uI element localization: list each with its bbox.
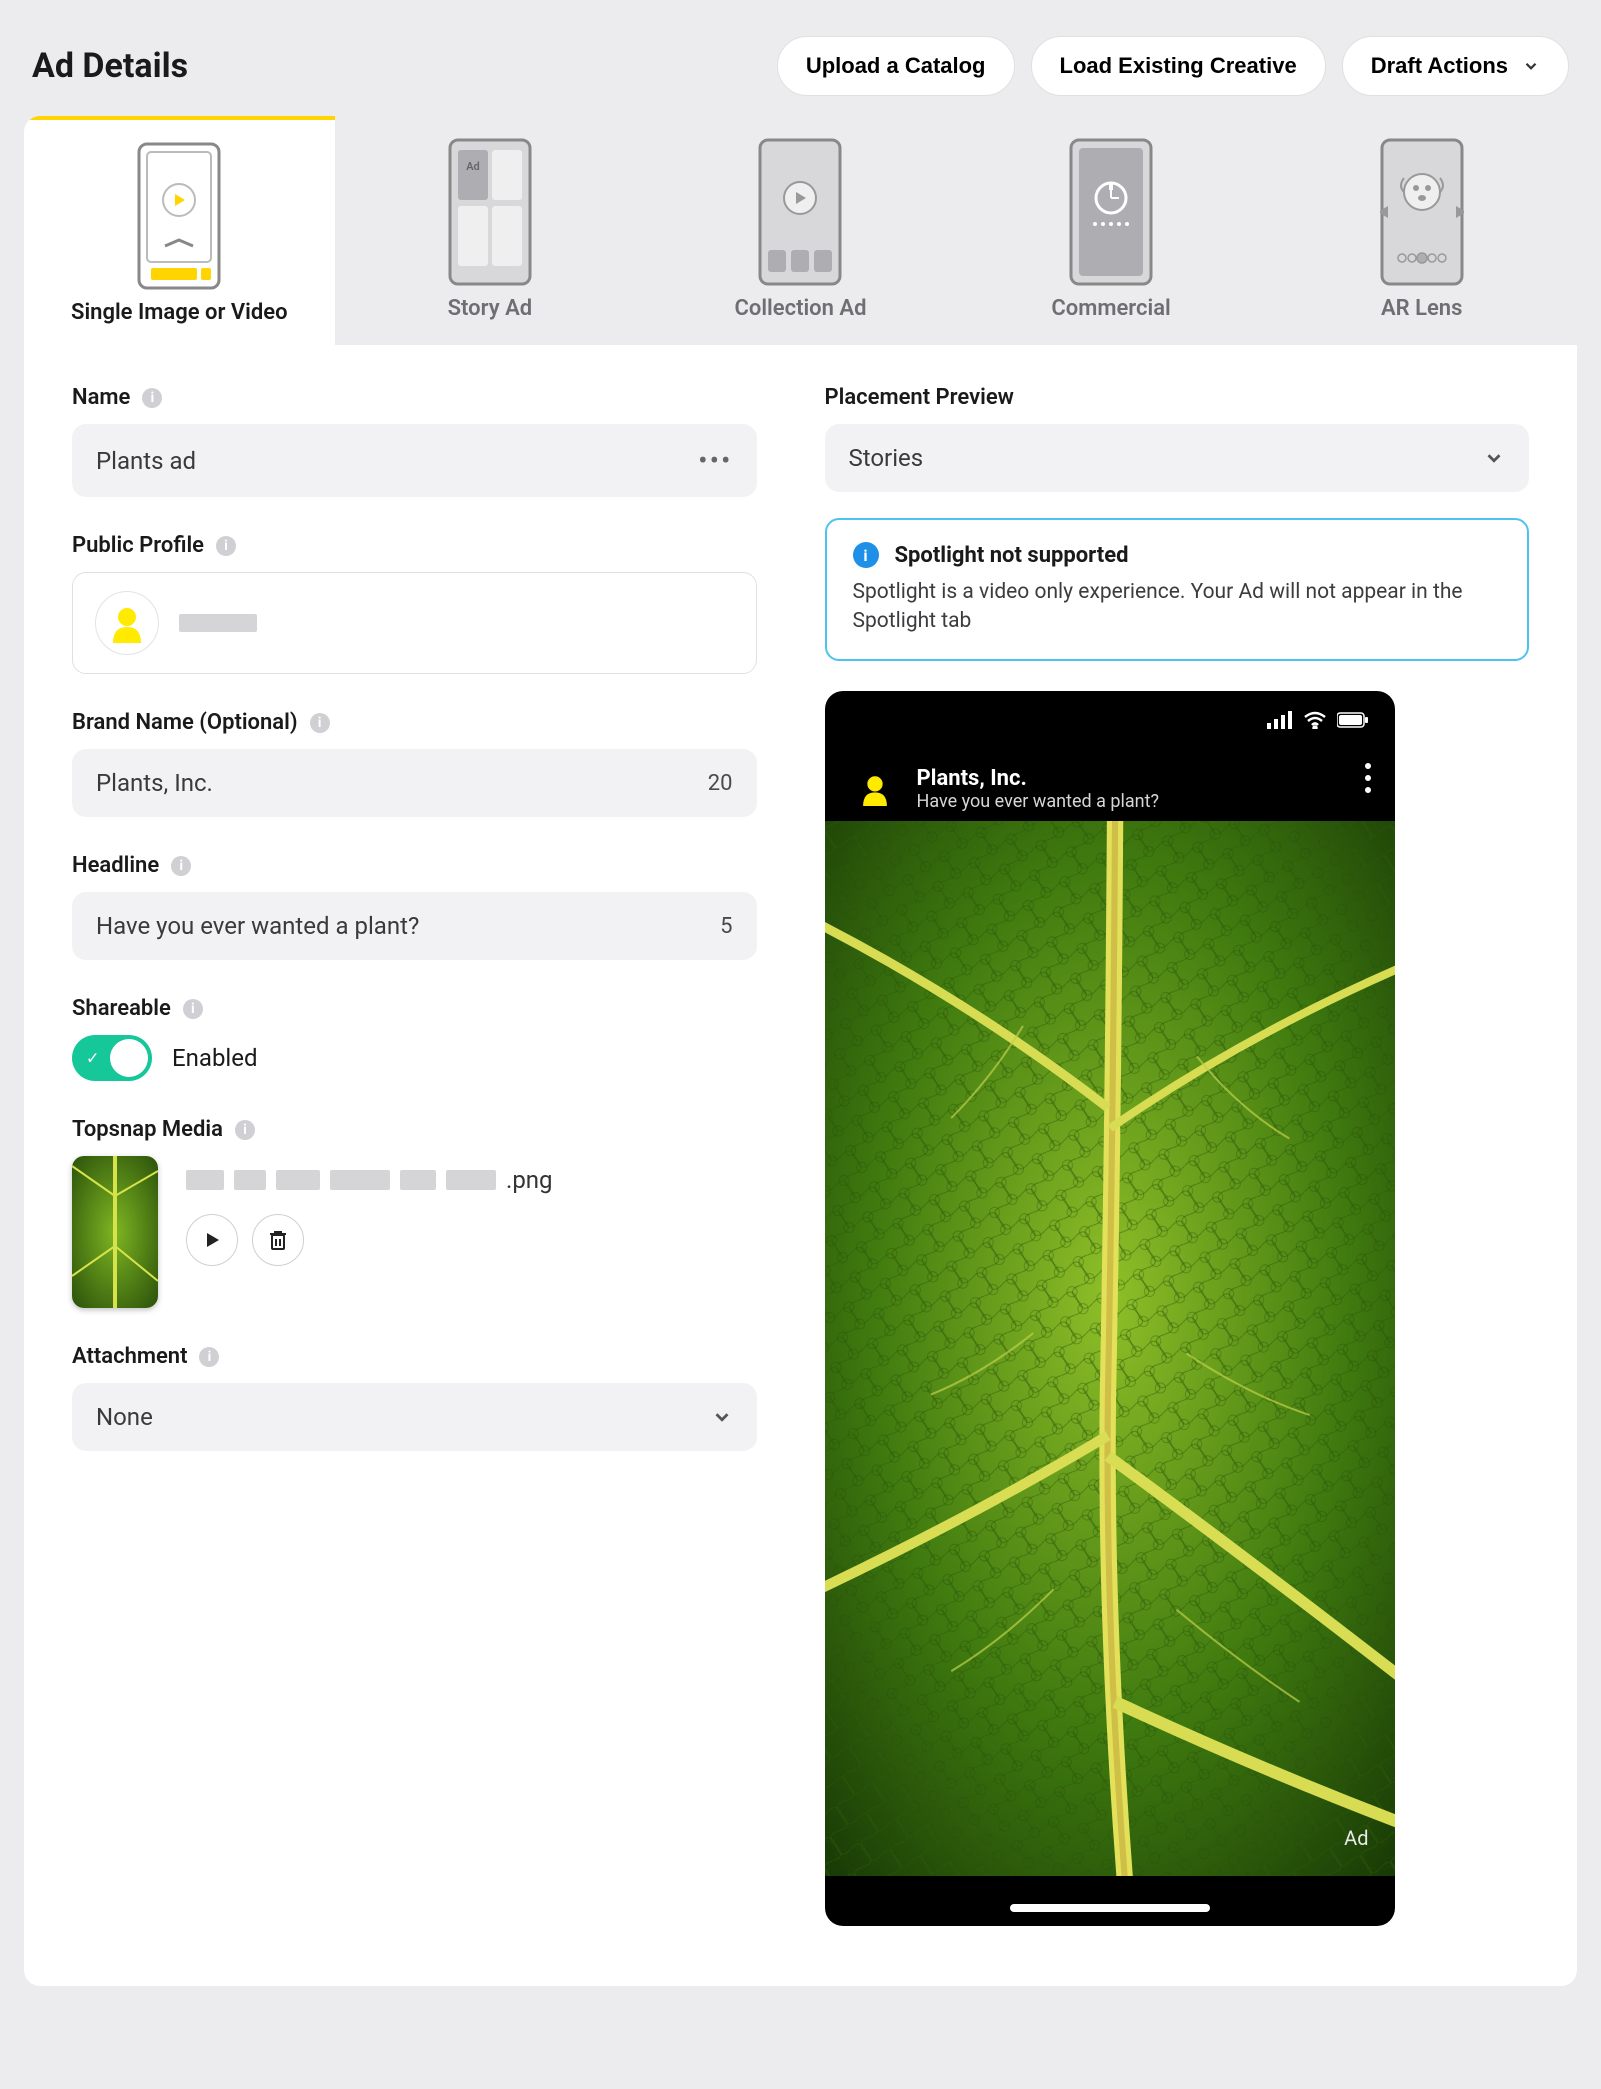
collection-ad-icon [758, 138, 842, 286]
draft-actions-button[interactable]: Draft Actions [1342, 36, 1569, 96]
toggle-knob [110, 1039, 148, 1077]
delete-media-button[interactable] [252, 1214, 304, 1266]
ad-details-panel: Single Image or Video Ad Story Ad [24, 116, 1577, 1986]
notice-body: Spotlight is a video only experience. Yo… [853, 578, 1502, 637]
load-existing-button[interactable]: Load Existing Creative [1031, 36, 1326, 96]
ar-lens-icon [1380, 138, 1464, 286]
brand-char-counter: 20 [708, 771, 733, 796]
ad-badge: Ad [1344, 1826, 1368, 1850]
headline-label: Headline i [72, 853, 757, 878]
headline-input[interactable]: Have you ever wanted a plant? 5 [72, 892, 757, 960]
chevron-down-icon [1483, 447, 1505, 469]
load-existing-label: Load Existing Creative [1060, 53, 1297, 79]
public-profile-label: Public Profile i [72, 533, 757, 558]
name-label: Name i [72, 385, 757, 410]
preview-headline: Have you ever wanted a plant? [917, 791, 1159, 812]
play-media-button[interactable] [186, 1214, 238, 1266]
placement-select[interactable]: Stories [825, 424, 1530, 492]
shareable-state: Enabled [172, 1044, 258, 1072]
play-icon [202, 1230, 222, 1250]
tab-commercial[interactable]: Commercial [956, 116, 1267, 345]
info-icon[interactable]: i [216, 536, 236, 556]
battery-icon [1337, 712, 1369, 728]
brand-name-input[interactable]: Plants, Inc. 20 [72, 749, 757, 817]
tab-label: Single Image or Video [34, 300, 325, 325]
preview-avatar [849, 763, 901, 815]
name-input[interactable]: Plants ad ••• [72, 424, 757, 497]
file-extension: .png [506, 1166, 553, 1194]
placement-value: Stories [849, 444, 924, 472]
public-profile-selector[interactable] [72, 572, 757, 674]
preview-media [825, 821, 1395, 1876]
status-bar [1267, 711, 1369, 729]
kebab-menu-icon[interactable] [1365, 757, 1371, 799]
upload-catalog-label: Upload a Catalog [806, 53, 986, 79]
preview-brand-name: Plants, Inc. [917, 766, 1159, 791]
filename-redacted: .png [186, 1166, 757, 1194]
info-icon: i [853, 542, 879, 568]
tab-label: Commercial [966, 296, 1257, 321]
tab-ar-lens[interactable]: AR Lens [1266, 116, 1577, 345]
commercial-icon [1069, 138, 1153, 286]
info-icon[interactable]: i [142, 388, 162, 408]
upload-catalog-button[interactable]: Upload a Catalog [777, 36, 1015, 96]
headline-value: Have you ever wanted a plant? [96, 912, 419, 940]
wifi-icon [1303, 711, 1327, 729]
tab-label: Collection Ad [655, 296, 946, 321]
info-icon[interactable]: i [235, 1120, 255, 1140]
avatar [95, 591, 159, 655]
tab-collection-ad[interactable]: Collection Ad [645, 116, 956, 345]
topsnap-media-row: .png [72, 1156, 757, 1308]
home-indicator [1010, 1904, 1210, 1912]
phone-preview: Plants, Inc. Have you ever wanted a plan… [825, 691, 1395, 1926]
draft-actions-label: Draft Actions [1371, 53, 1508, 79]
placement-preview-label: Placement Preview [825, 385, 1530, 410]
attachment-label: Attachment i [72, 1344, 757, 1369]
story-ad-icon: Ad [448, 138, 532, 286]
headline-char-counter: 5 [720, 914, 732, 939]
form-column: Name i Plants ad ••• Public Profile i Br… [24, 345, 801, 1986]
chevron-down-icon [1522, 57, 1540, 75]
media-thumbnail[interactable] [72, 1156, 158, 1308]
name-value: Plants ad [96, 447, 196, 475]
shareable-toggle[interactable]: ✓ [72, 1035, 152, 1081]
brand-name-label: Brand Name (Optional) i [72, 710, 757, 735]
info-icon[interactable]: i [199, 1347, 219, 1367]
trash-icon [268, 1229, 288, 1251]
shareable-label: Shareable i [72, 996, 757, 1021]
header-actions: Upload a Catalog Load Existing Creative … [777, 36, 1569, 96]
page-title: Ad Details [32, 46, 188, 86]
ad-type-tabs: Single Image or Video Ad Story Ad [24, 116, 1577, 345]
tab-label: AR Lens [1276, 296, 1567, 321]
spotlight-notice: i Spotlight not supported Spotlight is a… [825, 518, 1530, 661]
more-icon[interactable]: ••• [698, 444, 732, 477]
preview-column: Placement Preview Stories i Spotlight no… [801, 345, 1578, 1986]
brand-name-value: Plants, Inc. [96, 769, 213, 797]
check-icon: ✓ [86, 1049, 99, 1068]
single-image-icon [137, 142, 221, 290]
tab-single-image-video[interactable]: Single Image or Video [24, 116, 335, 345]
topsnap-media-label: Topsnap Media i [72, 1117, 757, 1142]
attachment-value: None [96, 1403, 153, 1431]
info-icon[interactable]: i [310, 713, 330, 733]
page-header: Ad Details Upload a Catalog Load Existin… [24, 24, 1577, 116]
preview-header: Plants, Inc. Have you ever wanted a plan… [825, 751, 1395, 827]
tab-label: Story Ad [345, 296, 636, 321]
info-icon[interactable]: i [171, 856, 191, 876]
svg-text:Ad: Ad [466, 160, 480, 173]
attachment-select[interactable]: None [72, 1383, 757, 1451]
notice-title: Spotlight not supported [895, 543, 1129, 568]
chevron-down-icon [711, 1406, 733, 1428]
profile-name-redacted [179, 614, 257, 632]
signal-icon [1267, 711, 1293, 729]
info-icon[interactable]: i [183, 999, 203, 1019]
tab-story-ad[interactable]: Ad Story Ad [335, 116, 646, 345]
